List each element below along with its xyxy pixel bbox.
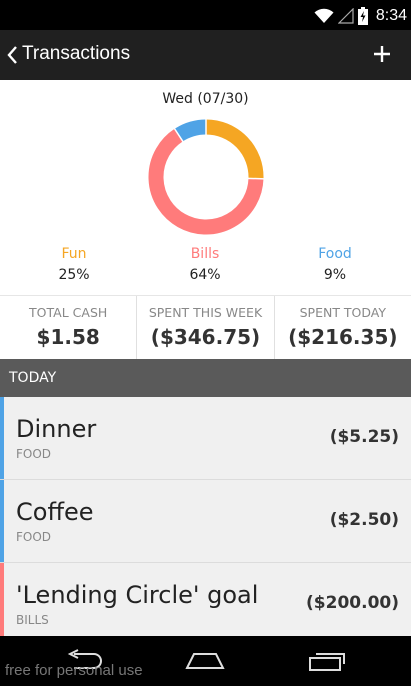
stat-label: SPENT THIS WEEK bbox=[148, 305, 263, 320]
chart-date: Wed (07/30) bbox=[162, 91, 249, 107]
status-bar: 8:34 bbox=[0, 0, 411, 30]
stat-spent-today: SPENT TODAY ($216.35) bbox=[273, 296, 411, 359]
app-bar: Transactions bbox=[0, 30, 411, 80]
transaction-row[interactable]: Dinner FOOD ($5.25) bbox=[0, 397, 411, 480]
donut-slice-fun bbox=[205, 119, 264, 179]
transaction-category: FOOD bbox=[16, 530, 52, 544]
category-donut-chart bbox=[148, 118, 265, 235]
watermark-text: free for personal use bbox=[5, 662, 143, 679]
back-chevron-icon[interactable] bbox=[6, 44, 20, 66]
stat-value: $1.58 bbox=[36, 325, 100, 349]
transaction-category: FOOD bbox=[16, 447, 52, 461]
transaction-row[interactable]: Coffee FOOD ($2.50) bbox=[0, 480, 411, 563]
stat-label: TOTAL CASH bbox=[29, 305, 108, 320]
status-icons: 8:34 bbox=[314, 5, 407, 27]
transaction-row[interactable]: 'Lending Circle' goal BILLS ($200.00) bbox=[0, 563, 411, 646]
battery-icon bbox=[357, 7, 368, 25]
category-color-bar bbox=[0, 480, 4, 562]
transaction-category: BILLS bbox=[16, 613, 49, 627]
stat-total-cash: TOTAL CASH $1.58 bbox=[0, 296, 136, 359]
donut-slice-food bbox=[174, 119, 207, 142]
legend-label: Bills bbox=[190, 246, 220, 262]
stat-value: ($216.35) bbox=[288, 325, 398, 349]
section-header-today: TODAY bbox=[0, 359, 411, 397]
signal-icon bbox=[337, 8, 354, 24]
recents-nav-icon[interactable] bbox=[306, 648, 348, 672]
legend-percent: 64% bbox=[189, 267, 221, 283]
transaction-name: 'Lending Circle' goal bbox=[16, 581, 259, 609]
clock: 8:34 bbox=[375, 7, 407, 24]
transaction-name: Coffee bbox=[16, 498, 94, 526]
wifi-icon bbox=[314, 8, 334, 23]
home-nav-icon[interactable] bbox=[184, 648, 226, 672]
legend-food[interactable]: Food 9% bbox=[285, 246, 385, 283]
add-transaction-icon[interactable] bbox=[371, 43, 393, 65]
summary-stats: TOTAL CASH $1.58 SPENT THIS WEEK ($346.7… bbox=[0, 295, 411, 359]
transaction-amount: ($2.50) bbox=[329, 510, 399, 530]
legend-bills[interactable]: Bills 64% bbox=[155, 246, 255, 283]
legend-label: Food bbox=[318, 246, 352, 262]
category-color-bar bbox=[0, 563, 4, 645]
legend-percent: 25% bbox=[58, 267, 90, 283]
stat-spent-week: SPENT THIS WEEK ($346.75) bbox=[136, 296, 273, 359]
legend-fun[interactable]: Fun 25% bbox=[24, 246, 124, 283]
stat-value: ($346.75) bbox=[150, 325, 261, 349]
category-color-bar bbox=[0, 397, 4, 479]
transaction-name: Dinner bbox=[16, 415, 97, 443]
donut-separator bbox=[247, 177, 265, 180]
stat-label: SPENT TODAY bbox=[299, 305, 387, 320]
legend-label: Fun bbox=[61, 246, 87, 262]
chart-area: Wed (07/30) Fun 25% Bills 64% Food 9% bbox=[0, 80, 411, 295]
legend-percent: 9% bbox=[323, 267, 347, 283]
transaction-list: Dinner FOOD ($5.25) Coffee FOOD ($2.50) … bbox=[0, 397, 411, 646]
transaction-amount: ($5.25) bbox=[329, 427, 399, 447]
transaction-amount: ($200.00) bbox=[306, 593, 399, 613]
page-title: Transactions bbox=[22, 43, 131, 64]
